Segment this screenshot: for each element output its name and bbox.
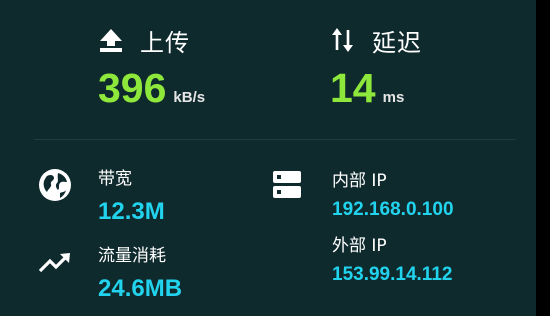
latency-value: 14	[330, 65, 376, 111]
server-icon	[272, 170, 302, 204]
latency-label: 延迟	[372, 28, 422, 57]
globe-icon	[38, 168, 72, 206]
window-edge	[536, 0, 550, 316]
external-ip-label: 外部 IP	[332, 236, 387, 256]
upload-unit: kB/s	[173, 89, 206, 106]
traffic-label: 流量消耗	[98, 246, 166, 266]
trending-up-icon	[38, 252, 72, 278]
internal-ip-block: 内部 IP 192.168.0.100	[332, 170, 454, 224]
latency-value-row: 14 ms	[330, 62, 530, 114]
upload-label: 上传	[140, 28, 190, 57]
external-ip-block: 外部 IP 153.99.14.112	[332, 235, 452, 289]
external-ip-value: 153.99.14.112	[332, 264, 453, 285]
swap-arrows-icon	[330, 27, 356, 53]
upload-value-row: 396 kB/s	[98, 62, 298, 114]
bandwidth-value: 12.3M	[98, 198, 165, 225]
latency-unit: ms	[382, 89, 405, 106]
latency-stat: 延迟 14 ms	[330, 22, 530, 122]
internal-ip-label: 内部 IP	[332, 171, 387, 191]
bandwidth-block: 带宽 12.3M	[98, 168, 165, 228]
upload-header: 上传	[98, 22, 298, 58]
upload-value: 396	[98, 65, 167, 111]
upload-icon	[98, 27, 124, 53]
latency-header: 延迟	[330, 22, 530, 58]
traffic-value: 24.6MB	[98, 275, 183, 302]
traffic-block: 流量消耗 24.6MB	[98, 245, 182, 305]
internal-ip-value: 192.168.0.100	[332, 199, 454, 220]
bandwidth-label: 带宽	[98, 169, 132, 189]
upload-stat: 上传 396 kB/s	[98, 22, 298, 122]
section-divider	[34, 139, 516, 140]
